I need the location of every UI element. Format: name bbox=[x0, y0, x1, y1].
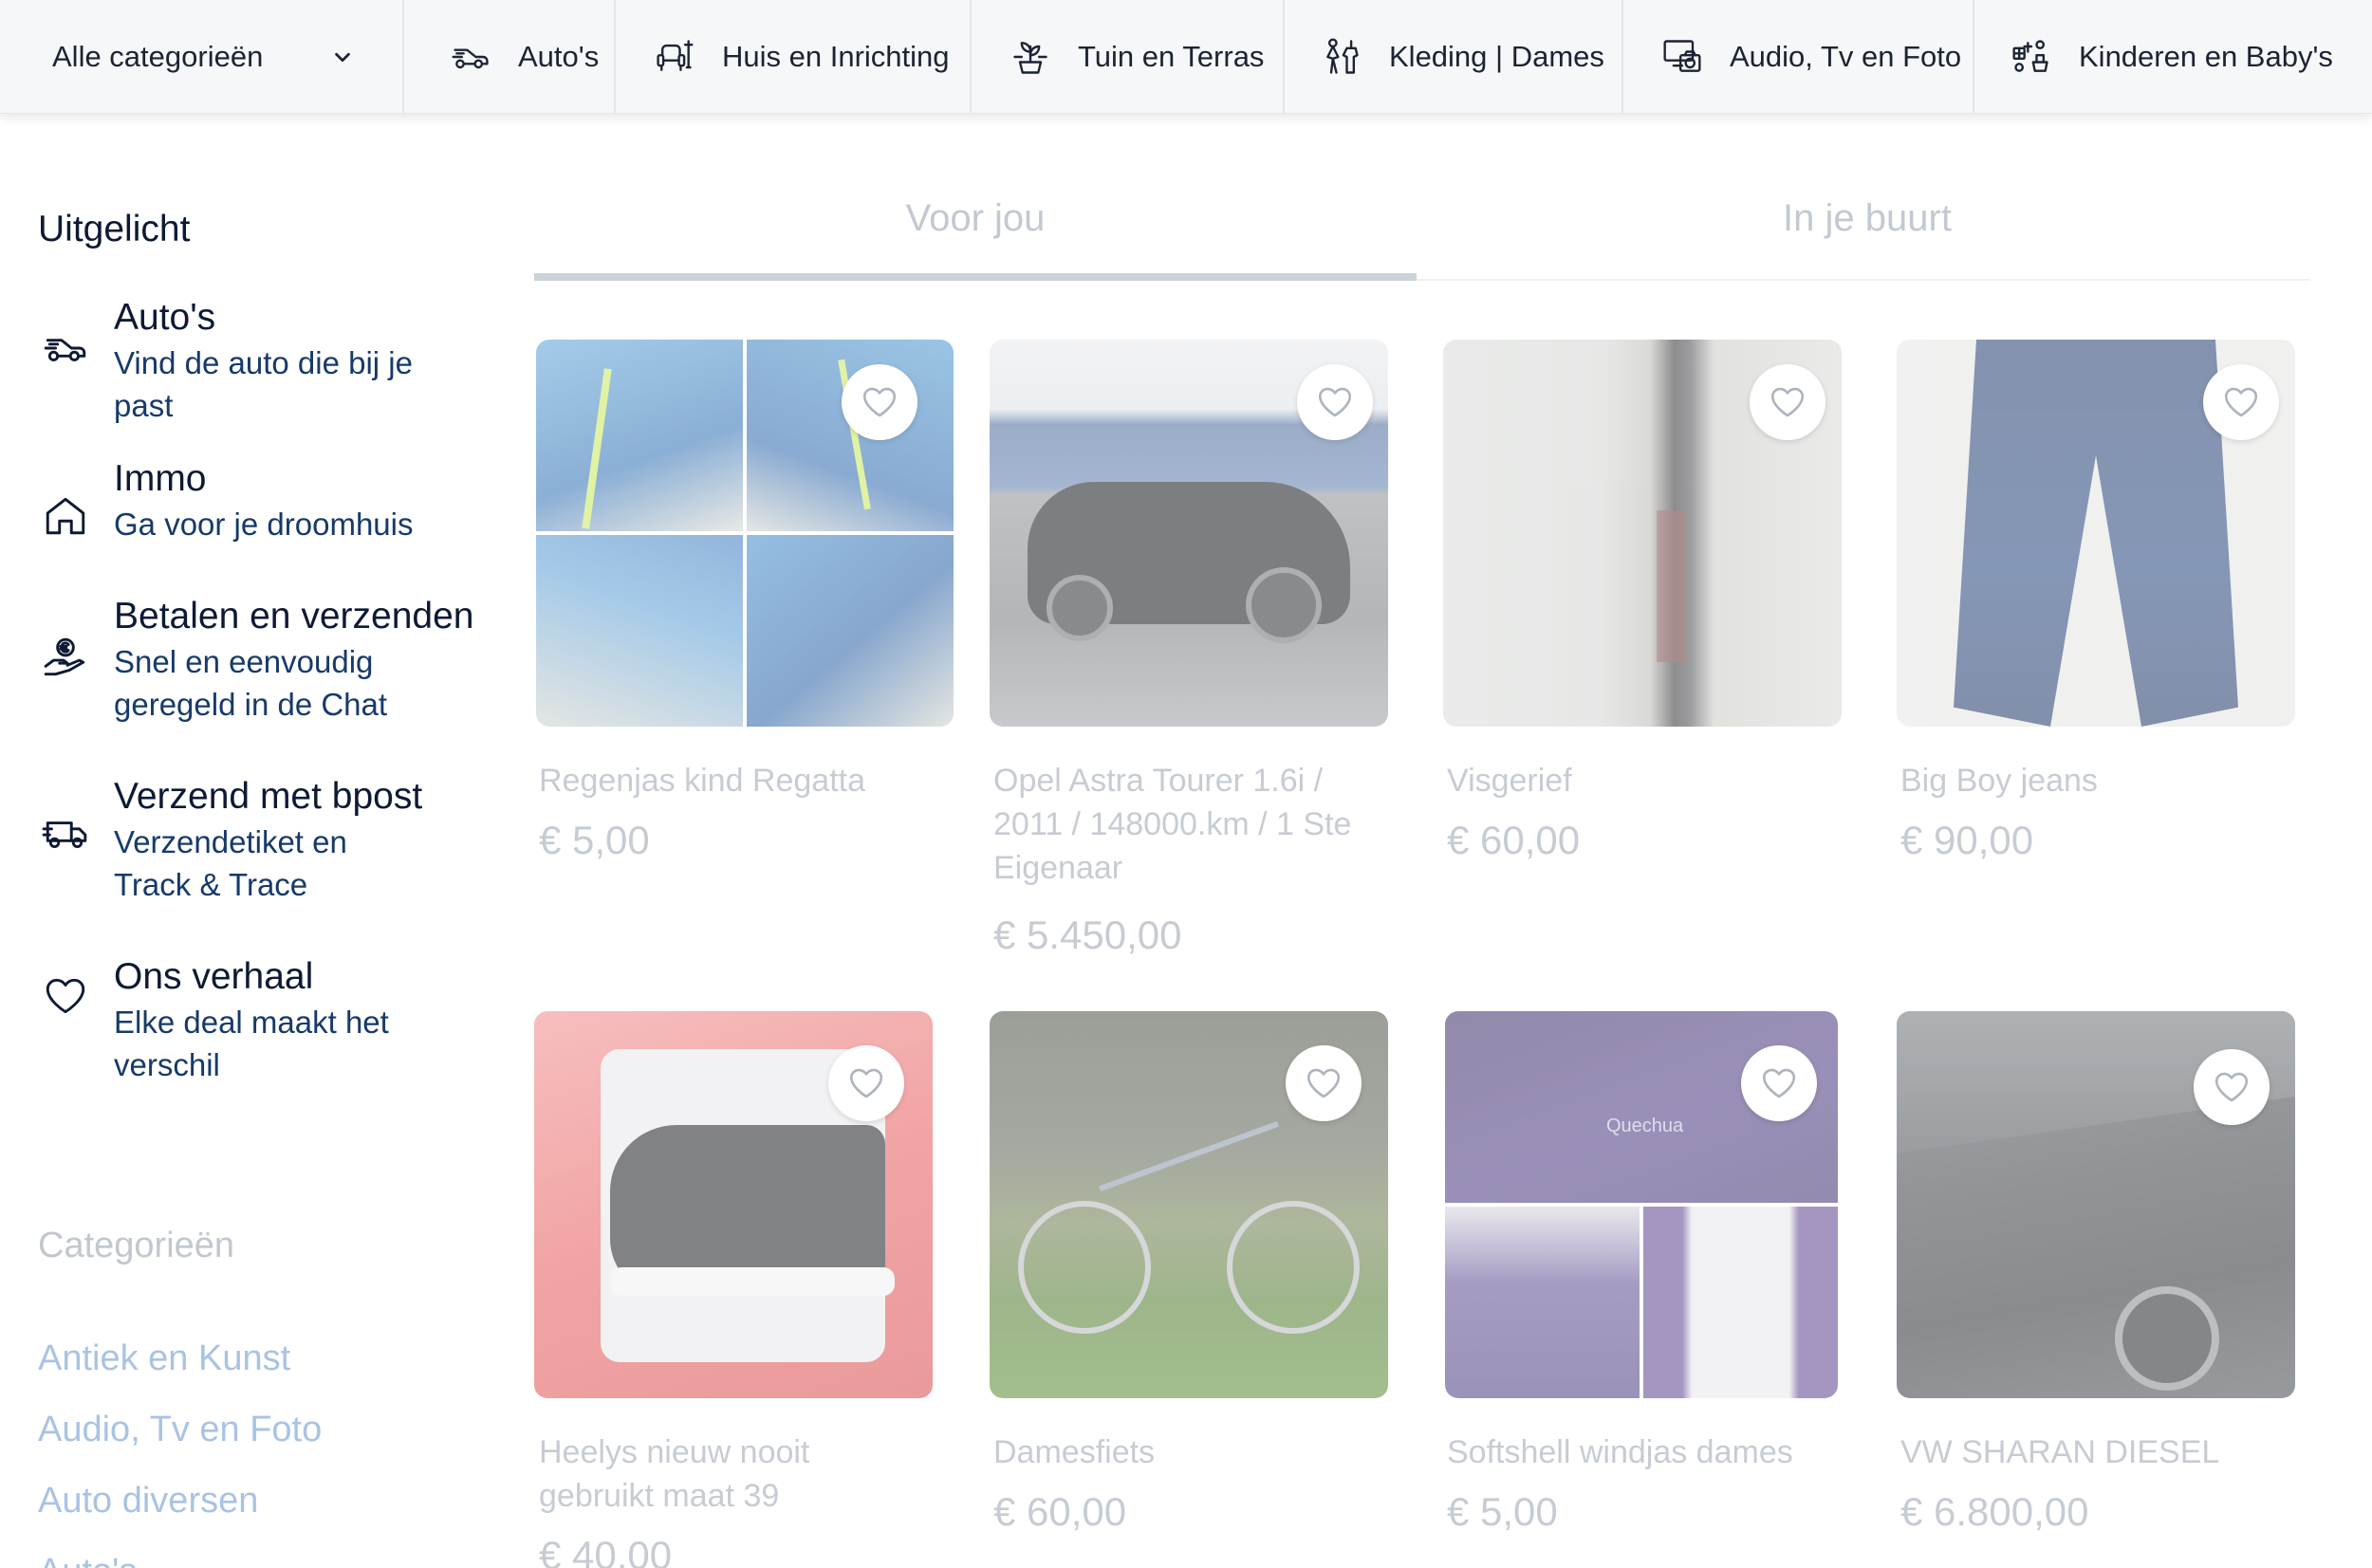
heart-icon bbox=[862, 387, 897, 417]
featured-item-betalen[interactable]: Betalen en verzenden Snel en eenvoudig g… bbox=[38, 595, 503, 775]
listing-price: € 40,00 bbox=[539, 1533, 673, 1568]
listing-title[interactable]: Big Boy jeans bbox=[1900, 759, 2289, 802]
listing-title[interactable]: Heelys nieuw nooit gebruikt maat 39 bbox=[539, 1430, 928, 1518]
category-link[interactable]: Auto diversen bbox=[38, 1466, 322, 1537]
featured-item-title: Auto's bbox=[114, 297, 216, 338]
favorite-button[interactable] bbox=[828, 1045, 904, 1121]
topbar-link-label: Huis en Inrichting bbox=[722, 40, 950, 73]
featured-item-title: Ons verhaal bbox=[114, 956, 314, 997]
categories-heading: Categorieën bbox=[38, 1226, 235, 1265]
delivery-truck-icon bbox=[42, 821, 87, 849]
heart-icon bbox=[849, 1068, 883, 1098]
all-categories-label: Alle categorieën bbox=[52, 40, 264, 73]
listing-price: € 60,00 bbox=[993, 1489, 1127, 1534]
category-bar: Alle categorieën Auto's Huis en Inrichti… bbox=[0, 0, 2372, 114]
armchair-icon bbox=[657, 40, 694, 71]
car-icon bbox=[452, 48, 489, 69]
heart-icon bbox=[1318, 387, 1352, 417]
topbar-link-kinderen[interactable]: Kinderen en Baby's bbox=[1974, 0, 2372, 114]
featured-item-subtitle: Ga voor je droomhuis bbox=[114, 507, 414, 542]
topbar-link-huis[interactable]: Huis en Inrichting bbox=[616, 0, 972, 114]
tab-voor-jou[interactable]: Voor jou bbox=[534, 197, 1417, 240]
listing-price: € 90,00 bbox=[1900, 818, 2034, 862]
favorite-button[interactable] bbox=[1750, 364, 1825, 440]
heart-icon bbox=[1306, 1068, 1341, 1098]
listing-title[interactable]: VW SHARAN DIESEL bbox=[1900, 1430, 2289, 1474]
heart-icon bbox=[2224, 387, 2258, 417]
favorite-button[interactable] bbox=[842, 364, 917, 440]
listing-price: € 5,00 bbox=[1447, 1489, 1558, 1534]
toys-icon bbox=[2012, 40, 2048, 72]
topbar-link-label: Kleding | Dames bbox=[1389, 40, 1604, 73]
topbar-link-tuin[interactable]: Tuin en Terras bbox=[972, 0, 1285, 114]
listing-price: € 5,00 bbox=[539, 818, 650, 862]
featured-item-bpost[interactable]: Verzend met bpost Verzendetiket en Track… bbox=[38, 775, 503, 955]
featured-item-subtitle: Vind de auto die bij je past bbox=[114, 345, 413, 423]
favorite-button[interactable] bbox=[2203, 364, 2279, 440]
category-link[interactable]: Antiek en Kunst bbox=[38, 1323, 322, 1394]
listing-price: € 6.800,00 bbox=[1900, 1489, 2089, 1534]
chevron-down-icon bbox=[335, 52, 350, 63]
monitor-camera-icon bbox=[1663, 40, 1701, 72]
featured-item-title: Betalen en verzenden bbox=[114, 596, 474, 636]
all-categories-dropdown[interactable]: Alle categorieën bbox=[0, 0, 404, 114]
favorite-button[interactable] bbox=[1741, 1045, 1817, 1121]
topbar-link-kleding[interactable]: Kleding | Dames bbox=[1285, 0, 1623, 114]
listing-title[interactable]: Regenjas kind Regatta bbox=[539, 759, 928, 802]
featured-item-autos[interactable]: Auto's Vind de auto die bij je past bbox=[38, 296, 503, 457]
heart-icon bbox=[1762, 1068, 1796, 1098]
featured-item-immo[interactable]: Immo Ga voor je droomhuis bbox=[38, 457, 503, 595]
topbar-link-label: Tuin en Terras bbox=[1078, 40, 1265, 73]
featured-item-subtitle: Verzendetiket en Track & Trace bbox=[114, 824, 347, 902]
heart-icon bbox=[2214, 1072, 2249, 1102]
clothing-icon bbox=[1326, 38, 1359, 74]
categories-list: Antiek en Kunst Audio, Tv en Foto Auto d… bbox=[38, 1323, 322, 1568]
topbar-link-autos[interactable]: Auto's bbox=[404, 0, 616, 114]
topbar-link-label: Auto's bbox=[518, 40, 600, 73]
heart-icon bbox=[1770, 387, 1805, 417]
payment-hand-icon bbox=[44, 637, 85, 676]
tab-in-je-buurt[interactable]: In je buurt bbox=[1426, 197, 2308, 240]
listing-title[interactable]: Damesfiets bbox=[993, 1430, 1382, 1474]
featured-item-title: Verzend met bpost bbox=[114, 776, 423, 817]
sweater-brand-text: Quechua bbox=[1606, 1116, 1684, 1136]
category-link[interactable]: Audio, Tv en Foto bbox=[38, 1394, 322, 1466]
listing-price: € 60,00 bbox=[1447, 818, 1581, 862]
plant-icon bbox=[1013, 42, 1047, 74]
featured-item-subtitle: Elke deal maakt het verschil bbox=[114, 1005, 389, 1082]
featured-sidebar: Uitgelicht Auto's Vind de auto die bij j… bbox=[38, 209, 503, 1116]
listing-title[interactable]: Softshell windjas dames bbox=[1447, 1430, 1836, 1474]
category-link[interactable]: Auto's bbox=[38, 1537, 322, 1568]
topbar-link-label: Kinderen en Baby's bbox=[2079, 40, 2333, 73]
featured-item-subtitle: Snel en eenvoudig geregeld in de Chat bbox=[114, 644, 388, 722]
active-tab-indicator bbox=[534, 273, 1417, 281]
featured-item-title: Immo bbox=[114, 458, 207, 499]
featured-title: Uitgelicht bbox=[38, 209, 191, 249]
house-icon bbox=[46, 497, 85, 535]
listing-price: € 5.450,00 bbox=[993, 913, 1182, 957]
favorite-button[interactable] bbox=[2194, 1049, 2270, 1125]
topbar-link-label: Audio, Tv en Foto bbox=[1730, 40, 1962, 73]
listing-title[interactable]: Opel Astra Tourer 1.6i / 2011 / 148000.k… bbox=[993, 759, 1382, 890]
topbar-link-audio[interactable]: Audio, Tv en Foto bbox=[1623, 0, 1974, 114]
heart-icon bbox=[46, 978, 85, 1014]
featured-item-verhaal[interactable]: Ons verhaal Elke deal maakt het verschil bbox=[38, 955, 503, 1116]
feed-tabs: Voor jou In je buurt bbox=[534, 180, 2310, 281]
car-icon bbox=[44, 339, 86, 361]
favorite-button[interactable] bbox=[1286, 1045, 1362, 1121]
listing-title[interactable]: Visgerief bbox=[1447, 759, 1836, 802]
favorite-button[interactable] bbox=[1297, 364, 1373, 440]
